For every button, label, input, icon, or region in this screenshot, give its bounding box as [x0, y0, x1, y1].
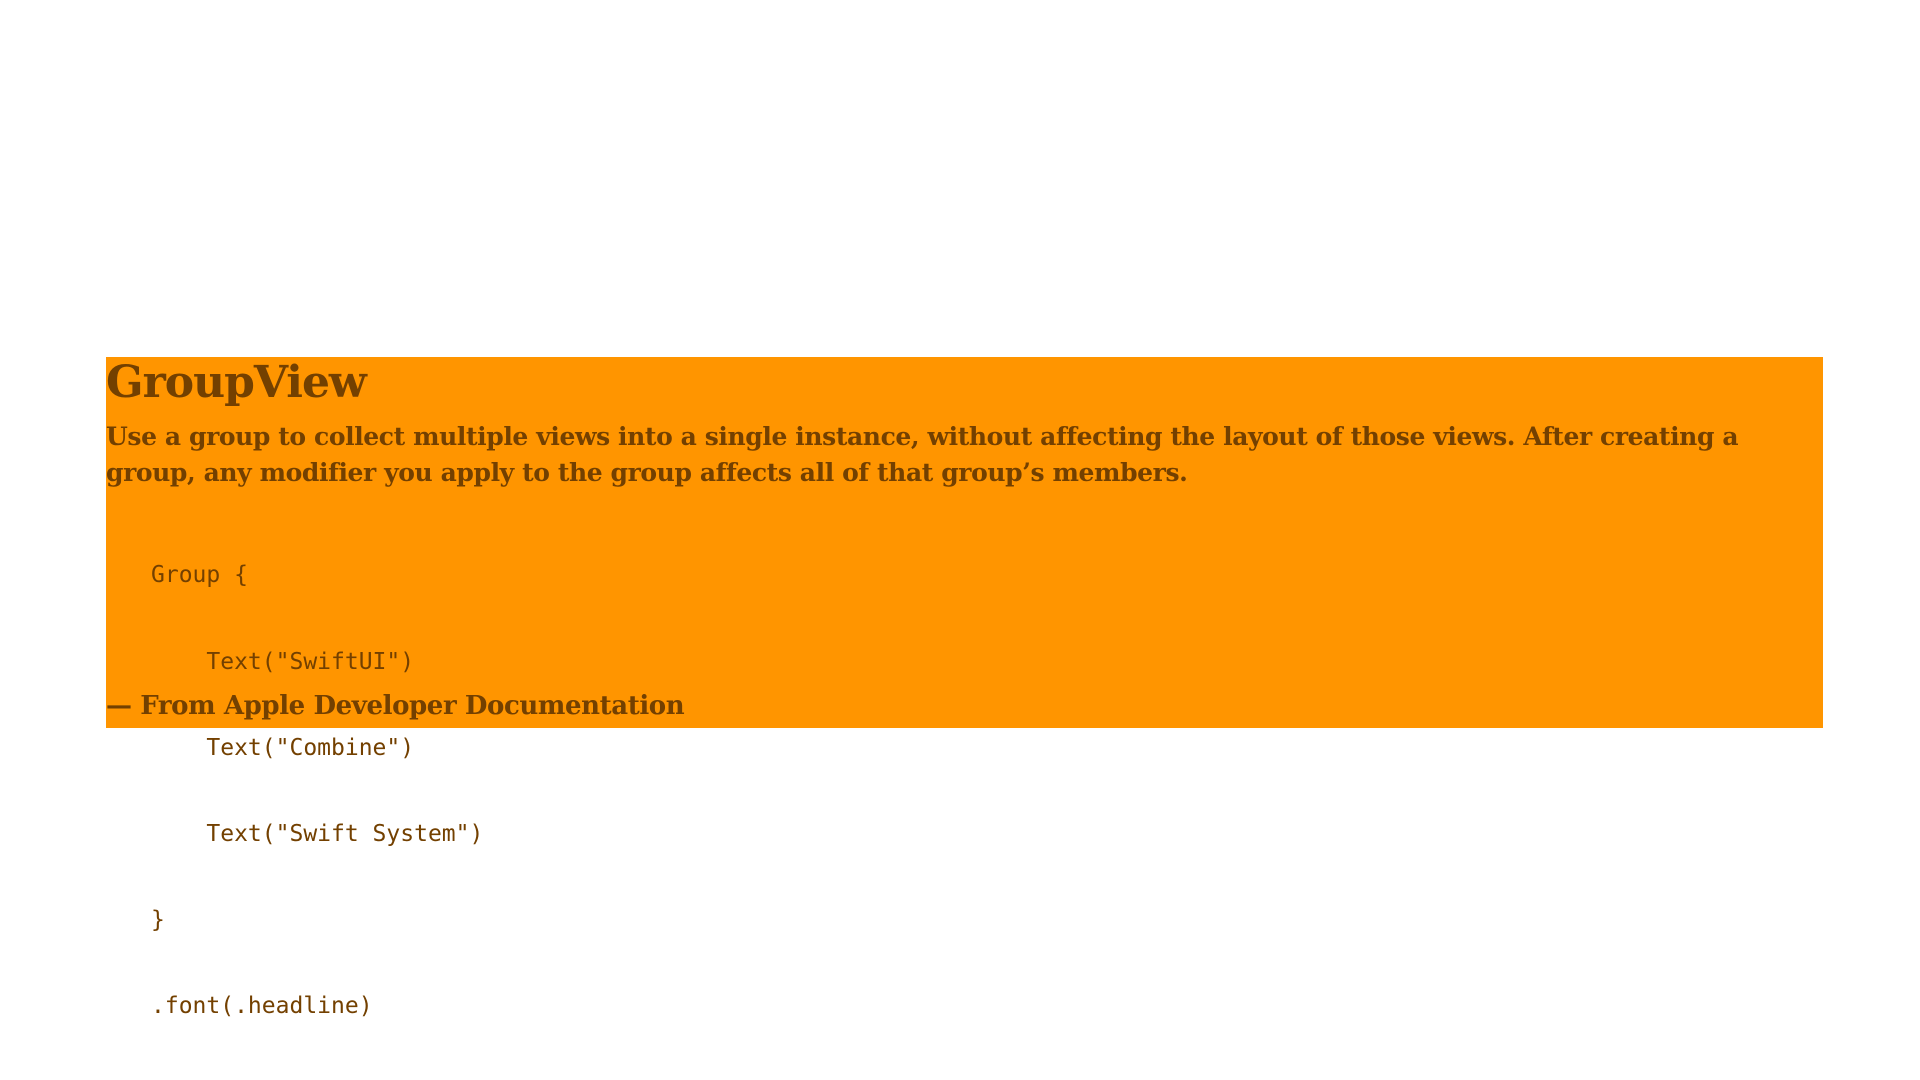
quote-title: GroupView [106, 357, 367, 408]
quote-attribution: — From Apple Developer Documentation [106, 691, 685, 721]
code-line: Text("Combine") [151, 734, 415, 761]
code-line: Text("Swift System") [151, 820, 484, 847]
code-line: Text("SwiftUI") [151, 648, 415, 675]
quote-box: GroupView Use a group to collect multipl… [106, 357, 1823, 1019]
code-line: .font(.headline) [151, 992, 373, 1019]
code-line: Group { [151, 562, 248, 589]
slide: GroupView Use a group to collect multipl… [0, 0, 1920, 1080]
code-block: Group { Text("SwiftUI") Text("Combine") … [151, 504, 483, 1078]
code-line: } [151, 906, 165, 933]
quote-description: Use a group to collect multiple views in… [106, 422, 1739, 487]
